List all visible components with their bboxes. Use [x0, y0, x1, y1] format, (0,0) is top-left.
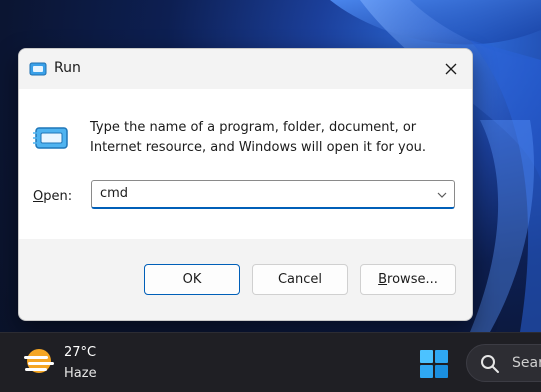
dialog-description: Type the name of a program, folder, docu… [90, 120, 427, 155]
run-dialog: Run Type the name of a program, folder, … [18, 48, 473, 321]
search-icon [481, 355, 499, 373]
weather-temperature[interactable]: 27°C [64, 345, 96, 360]
run-large-icon [33, 127, 68, 149]
dialog-title: Run [54, 60, 81, 76]
desktop: Run Type the name of a program, folder, … [0, 0, 541, 392]
taskbar: 27°C Haze Sear [0, 332, 541, 392]
open-label-accel: O [33, 189, 44, 204]
open-label: Open: [33, 189, 72, 204]
browse-rest: rowse... [387, 272, 438, 287]
taskbar-search-box[interactable]: Sear [466, 344, 541, 382]
ok-button[interactable]: OK [144, 264, 240, 295]
title-bar[interactable]: Run [19, 49, 472, 89]
run-app-icon [29, 62, 47, 76]
open-combobox[interactable]: cmd [91, 180, 455, 209]
browse-accel: B [378, 272, 388, 287]
haze-sun-icon[interactable] [22, 347, 56, 379]
open-label-rest: pen: [43, 189, 73, 204]
close-icon [445, 63, 457, 75]
windows-start-icon[interactable] [419, 349, 449, 379]
close-button[interactable] [436, 55, 466, 83]
dialog-body: Type the name of a program, folder, docu… [19, 89, 472, 239]
search-placeholder: Sear [512, 355, 541, 371]
cancel-button-label: Cancel [277, 272, 323, 287]
open-input-value[interactable]: cmd [100, 186, 128, 201]
chevron-down-icon[interactable] [436, 189, 448, 201]
browse-button-label: Browse... [378, 272, 438, 287]
cancel-button[interactable]: Cancel [252, 264, 348, 295]
weather-condition[interactable]: Haze [64, 366, 97, 381]
ok-button-label: OK [182, 272, 202, 287]
browse-button[interactable]: Browse... [360, 264, 456, 295]
